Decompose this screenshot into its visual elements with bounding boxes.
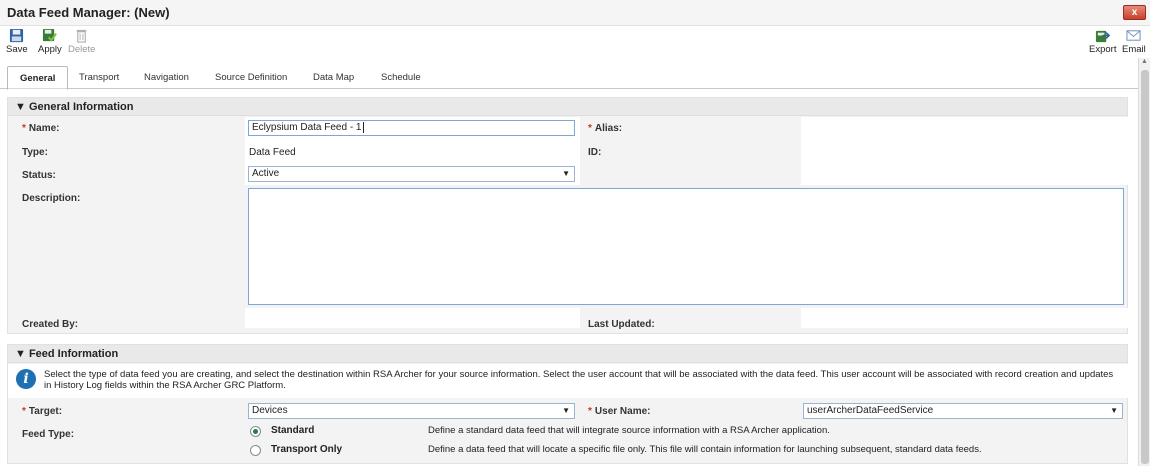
general-information-section: ▼ General Information * Name: Eclypsium D… xyxy=(7,97,1128,334)
target-label: * Target: xyxy=(22,406,62,417)
email-button[interactable]: Email xyxy=(1122,28,1146,55)
feed-information-title: ▼ Feed Information xyxy=(15,348,119,360)
tab-navigation[interactable]: Navigation xyxy=(144,66,189,89)
title-bar: Data Feed Manager: (New) x xyxy=(0,0,1150,26)
alias-label-text: Alias: xyxy=(594,123,623,134)
user-name-select-value: userArcherDataFeedService xyxy=(807,405,934,416)
apply-label: Apply xyxy=(38,44,62,55)
delete-icon xyxy=(77,29,87,43)
text-caret xyxy=(362,122,364,133)
tab-data-map[interactable]: Data Map xyxy=(313,66,354,89)
transport-only-radio[interactable] xyxy=(250,445,261,456)
id-label: ID: xyxy=(588,147,602,158)
required-marker: * xyxy=(588,123,592,134)
status-select-value: Active xyxy=(252,168,280,179)
email-label: Email xyxy=(1122,44,1146,55)
tab-schedule[interactable]: Schedule xyxy=(381,66,421,89)
required-marker: * xyxy=(22,406,26,417)
transport-only-description: Define a data feed that will locate a sp… xyxy=(428,444,982,455)
save-icon xyxy=(10,28,24,43)
export-button[interactable]: Export xyxy=(1089,28,1116,55)
transport-only-radio-label[interactable]: Transport Only xyxy=(271,444,342,455)
info-text-line-1: Select the type of data feed you are cre… xyxy=(44,369,1114,380)
required-marker: * xyxy=(588,406,592,417)
value-column-right xyxy=(801,117,1128,185)
scrollbar-thumb[interactable] xyxy=(1141,70,1149,464)
tab-source-definition[interactable]: Source Definition xyxy=(215,66,287,89)
name-input[interactable]: Eclypsium Data Feed - 1 xyxy=(248,120,575,136)
close-button[interactable]: x xyxy=(1123,5,1146,20)
tab-bar: General Transport Navigation Source Defi… xyxy=(0,66,1138,90)
created-by-value xyxy=(245,308,580,328)
info-text: Select the type of data feed you are cre… xyxy=(44,369,1124,391)
feed-type-label: Feed Type: xyxy=(22,429,75,440)
apply-button[interactable]: Apply xyxy=(38,28,62,55)
feed-information-header[interactable]: ▼ Feed Information xyxy=(8,345,1127,363)
name-label-text: Name: xyxy=(28,123,60,134)
tab-transport[interactable]: Transport xyxy=(79,66,119,89)
name-label: * Name: xyxy=(22,123,59,134)
scroll-up-icon[interactable]: ▲ xyxy=(1141,58,1148,65)
export-icon xyxy=(1096,30,1111,43)
feed-information-section: ▼ Feed Information i Select the type of … xyxy=(7,344,1128,464)
window-title: Data Feed Manager: (New) xyxy=(7,5,170,20)
general-information-title: ▼ General Information xyxy=(15,101,134,113)
target-label-text: Target: xyxy=(28,406,63,417)
info-text-line-2: in History Log fields within the RSA Arc… xyxy=(44,380,286,391)
info-icon: i xyxy=(16,369,36,389)
user-name-label-text: User Name: xyxy=(594,406,651,417)
standard-description: Define a standard data feed that will in… xyxy=(428,425,830,436)
created-by-label: Created By: xyxy=(22,319,79,330)
email-icon xyxy=(1126,30,1141,41)
delete-button[interactable]: Delete xyxy=(68,28,95,55)
tab-general[interactable]: General xyxy=(7,66,69,90)
description-textarea[interactable] xyxy=(248,188,1124,305)
toolbar: Save Apply Delete Export Email xyxy=(0,26,1150,58)
user-name-label: * User Name: xyxy=(588,406,651,417)
type-label: Type: xyxy=(22,147,48,158)
delete-label: Delete xyxy=(68,44,96,55)
last-updated-label: Last Updated: xyxy=(588,319,655,330)
chevron-down-icon: ▼ xyxy=(562,406,570,415)
status-select[interactable]: Active ▼ xyxy=(248,166,575,182)
target-select-value: Devices xyxy=(252,405,288,416)
save-button[interactable]: Save xyxy=(6,28,28,55)
standard-radio[interactable] xyxy=(250,426,261,437)
general-information-header[interactable]: ▼ General Information xyxy=(8,98,1127,116)
apply-icon xyxy=(43,28,58,42)
alias-label: * Alias: xyxy=(588,123,622,134)
vertical-scrollbar[interactable]: ▲ xyxy=(1138,58,1150,466)
required-marker: * xyxy=(22,123,26,134)
last-updated-value xyxy=(801,308,1128,328)
chevron-down-icon: ▼ xyxy=(562,169,570,178)
description-label: Description: xyxy=(22,193,81,204)
user-name-select[interactable]: userArcherDataFeedService ▼ xyxy=(803,403,1123,419)
save-label: Save xyxy=(6,44,28,55)
standard-radio-label[interactable]: Standard xyxy=(271,425,314,436)
export-label: Export xyxy=(1089,44,1117,55)
target-select[interactable]: Devices ▼ xyxy=(248,403,575,419)
type-value: Data Feed xyxy=(249,147,296,158)
name-input-value: Eclypsium Data Feed - 1 xyxy=(252,122,362,133)
chevron-down-icon: ▼ xyxy=(1110,406,1118,415)
status-label: Status: xyxy=(22,170,56,181)
